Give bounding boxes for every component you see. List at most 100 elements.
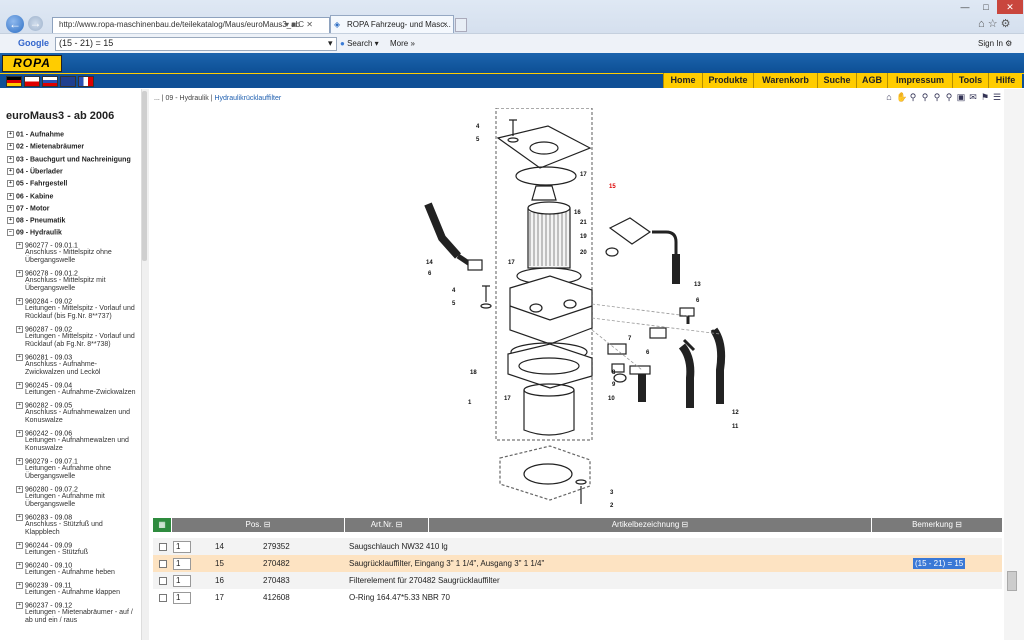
nav-produkte[interactable]: Produkte: [702, 73, 753, 88]
expand-icon[interactable]: +: [16, 270, 23, 277]
expand-icon[interactable]: +: [16, 486, 23, 493]
back-button[interactable]: ←: [6, 15, 24, 33]
sign-in-link[interactable]: Sign In ⚙: [978, 39, 1012, 48]
qty-input[interactable]: 1: [173, 575, 191, 587]
minimize-button[interactable]: —: [955, 0, 975, 14]
flag-uk-icon[interactable]: [60, 76, 76, 87]
expand-icon[interactable]: +: [7, 143, 14, 151]
dropdown-icon[interactable]: ▾: [328, 38, 333, 49]
expand-icon[interactable]: +: [16, 402, 23, 409]
list-icon[interactable]: ☰: [992, 92, 1002, 102]
sidebar-group[interactable]: −09 - Hydraulik: [7, 229, 62, 237]
sidebar-subitem[interactable]: +960280 - 09.07.2 Leitungen - Aufnahme mi…: [16, 486, 105, 509]
expand-icon[interactable]: +: [16, 602, 23, 609]
qty-input[interactable]: 1: [173, 592, 191, 604]
zoom-area-icon[interactable]: ⚲: [932, 92, 942, 102]
expand-icon[interactable]: +: [16, 354, 23, 361]
expand-icon[interactable]: +: [16, 582, 23, 589]
sidebar-subitem[interactable]: +960284 - 09.02 Leitungen - Mittelspitz -…: [16, 298, 135, 321]
sidebar-subitem[interactable]: +960237 - 09.12 Leitungen - Mietenabräume…: [16, 602, 133, 625]
main-scrollbar[interactable]: [1004, 89, 1024, 640]
comment-icon[interactable]: ✉: [968, 92, 978, 102]
sidebar-group[interactable]: +08 - Pneumatik: [7, 217, 65, 224]
nav-tools[interactable]: Tools: [952, 73, 988, 88]
col-pos[interactable]: Pos. ⊟: [172, 518, 344, 532]
expand-icon[interactable]: +: [16, 298, 23, 305]
sidebar-subitem[interactable]: +960281 - 09.03 Anschluss - Aufnahme- Zwic…: [16, 354, 100, 377]
expand-icon[interactable]: +: [7, 217, 14, 225]
home-icon[interactable]: ⌂: [884, 92, 894, 102]
row-checkbox[interactable]: [159, 543, 167, 551]
expand-icon[interactable]: +: [7, 155, 14, 163]
sidebar-group[interactable]: +04 - Überlader: [7, 167, 63, 175]
sidebar-subitem[interactable]: +960283 - 09.08 Anschluss - Stützfuß und K…: [16, 514, 103, 537]
col-desc[interactable]: Artikelbezeichnung ⊟: [429, 518, 871, 532]
flag-fr-icon[interactable]: [78, 76, 94, 87]
nav-impressum[interactable]: Impressum: [887, 73, 952, 88]
expand-icon[interactable]: +: [16, 326, 23, 333]
select-all-icon[interactable]: ▦: [153, 518, 171, 532]
sidebar-group[interactable]: +05 - Fahrgestell: [7, 180, 67, 188]
close-window-button[interactable]: ✕: [997, 0, 1023, 14]
flag-ru-icon[interactable]: [42, 76, 58, 87]
sidebar-subitem[interactable]: +960287 - 09.02 Leitungen - Mittelspitz -…: [16, 326, 135, 349]
ropa-logo[interactable]: ROPA: [2, 55, 62, 72]
forward-button[interactable]: →: [28, 16, 43, 31]
sidebar-scroll-thumb[interactable]: [142, 91, 147, 261]
sidebar-group[interactable]: +03 - Bauchgurt und Nachreinigung: [7, 155, 131, 163]
expand-icon[interactable]: +: [16, 430, 23, 437]
row-checkbox[interactable]: [159, 594, 167, 602]
sidebar-subitem[interactable]: +960240 - 09.10 Leitungen - Aufnahme hebe…: [16, 562, 115, 577]
nav-suche[interactable]: Suche: [817, 73, 856, 88]
table-row[interactable]: 1 14 279352 Saugschlauch NW32 410 lg: [153, 538, 1002, 555]
expand-icon[interactable]: +: [7, 180, 14, 188]
sidebar-group[interactable]: +07 - Motor: [7, 204, 49, 212]
address-actions-icon[interactable]: ▾ ■ C ✕: [285, 20, 313, 29]
expand-icon[interactable]: +: [16, 242, 23, 249]
sidebar-subitem[interactable]: +960242 - 09.06 Leitungen - Aufnahmewalze…: [16, 430, 129, 453]
browser-tab[interactable]: ◈ ROPA Fahrzeug- und Masc... ×: [330, 15, 454, 35]
col-rem[interactable]: Bemerkung ⊟: [872, 518, 1002, 532]
sidebar-group[interactable]: +06 - Kabine: [7, 192, 53, 200]
new-tab-button[interactable]: [455, 18, 467, 32]
sidebar-subitem[interactable]: +960245 - 09.04 Leitungen - Aufnahme-Zwic…: [16, 382, 136, 397]
main-scroll-thumb[interactable]: [1007, 571, 1017, 591]
nav-hilfe[interactable]: Hilfe: [988, 73, 1022, 88]
nav-agb[interactable]: AGB: [856, 73, 887, 88]
nav-home[interactable]: Home: [663, 73, 702, 88]
sidebar-subitem[interactable]: +960282 - 09.05 Anschluss - Aufnahmewalze…: [16, 402, 130, 425]
expand-icon[interactable]: +: [7, 192, 14, 200]
sidebar-subitem[interactable]: +960278 - 09.01.2 Anschluss - Mittelspitz…: [16, 270, 106, 293]
sidebar-group[interactable]: +01 - Aufnahme: [7, 131, 64, 138]
zoom-out-icon[interactable]: ⚲: [920, 92, 930, 102]
qty-input[interactable]: 1: [173, 541, 191, 553]
expand-icon[interactable]: +: [16, 514, 23, 521]
google-search-input[interactable]: (15 - 21) = 15 ▾: [55, 37, 337, 51]
qty-input[interactable]: 1: [173, 558, 191, 570]
row-checkbox[interactable]: [159, 560, 167, 568]
tab-close-icon[interactable]: ×: [443, 20, 448, 29]
expand-icon[interactable]: +: [16, 382, 23, 389]
breadcrumb-path[interactable]: ... | 09 - Hydraulik |: [154, 95, 214, 102]
table-row[interactable]: 1 16 270483 Filterelement für 270482 Saugrü…: [153, 572, 1002, 589]
maximize-button[interactable]: □: [976, 0, 996, 14]
sidebar-subitem[interactable]: +960239 - 09.11 Leitungen - Aufnahme klap…: [16, 582, 120, 597]
search-button[interactable]: ● Search ▾: [340, 39, 379, 48]
flag-pl-icon[interactable]: [24, 76, 40, 87]
sidebar-subitem[interactable]: +960244 - 09.09 Leitungen - Stützfuß: [16, 542, 88, 557]
expand-icon[interactable]: +: [7, 131, 14, 138]
flag-de-icon[interactable]: [6, 76, 22, 87]
expand-icon[interactable]: +: [16, 562, 23, 569]
expand-icon[interactable]: +: [16, 458, 23, 465]
nav-warenkorb[interactable]: Warenkorb: [753, 73, 817, 88]
fullscreen-icon[interactable]: ▣: [956, 92, 966, 102]
sidebar-group[interactable]: +02 - Mietenabräumer: [7, 143, 84, 151]
sidebar-subitem[interactable]: +960277 - 09.01.1 Anschluss - Mittelspitz…: [16, 242, 112, 265]
expand-icon[interactable]: −: [7, 229, 14, 237]
home-star-gear-icons[interactable]: ⌂ ☆ ⚙: [978, 17, 1010, 30]
table-row[interactable]: 1 15 270482 Saugrücklauffilter, Eingang 3" …: [153, 555, 1002, 572]
col-art[interactable]: Art.Nr. ⊟: [345, 518, 428, 532]
zoom-fit-icon[interactable]: ⚲: [944, 92, 954, 102]
more-button[interactable]: More »: [390, 39, 415, 48]
table-row[interactable]: 1 17 412608 O-Ring 164.47*5.33 NBR 70: [153, 589, 1002, 606]
